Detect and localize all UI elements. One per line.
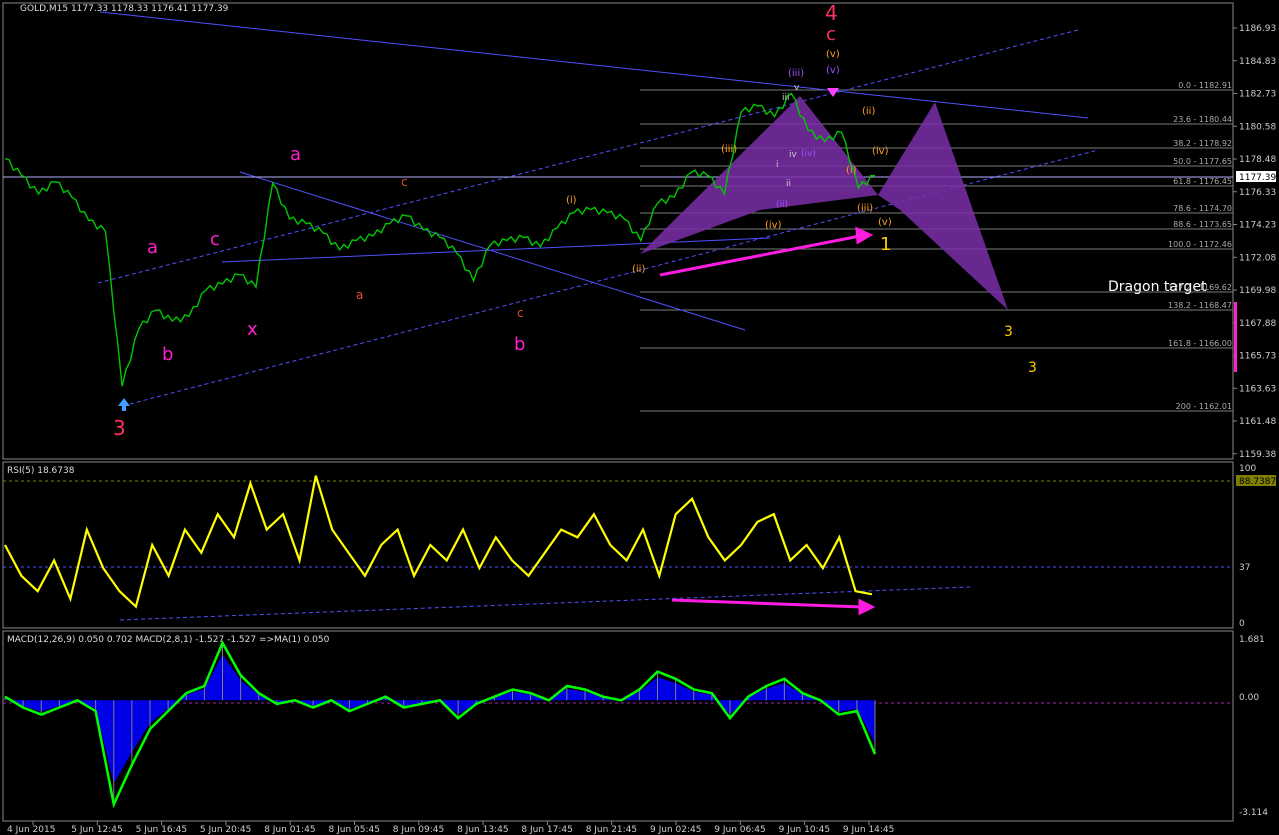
chart-header: GOLD,M15 1177.33 1178.33 1176.41 1177.39 (20, 4, 229, 14)
rsi-axis-bottom: 0 (1239, 619, 1245, 629)
wave-ii-top: (ii) (862, 106, 875, 117)
wave-4-main: 4 (825, 1, 838, 25)
wave-i-minor: i (776, 160, 779, 170)
wave-i-small: (i) (566, 195, 577, 206)
price-tick-label: 1184.83 (1239, 57, 1276, 67)
fib-level-label: 200 - 1162.01 (1176, 402, 1232, 411)
wave-iii-right: (iii) (857, 203, 873, 214)
wave-c-left: c (210, 229, 220, 250)
price-tick-label: 1178.48 (1239, 155, 1276, 165)
wave-c-small: c (517, 306, 524, 320)
fib-level-label: 138.2 - 1168.47 (1168, 301, 1232, 310)
macd-axis-bottom: -3.114 (1239, 808, 1268, 818)
fib-level-label: 0.0 - 1182.91 (1178, 81, 1232, 90)
wave-iv-small: (iv) (765, 220, 782, 231)
wave-iii-minor: iii (782, 93, 790, 103)
time-tick-label: 9 Jun 06:45 (714, 825, 765, 835)
time-tick-label: 8 Jun 01:45 (264, 825, 315, 835)
rsi-axis-mid: 37 (1239, 563, 1250, 573)
wave-3-main: 3 (113, 416, 126, 440)
price-tick-label: 1159.38 (1239, 450, 1276, 460)
wave-b-mid: b (514, 334, 525, 355)
fib-level-label: 88.6 - 1173.65 (1173, 220, 1232, 229)
wave-ii-small: (ii) (632, 264, 645, 275)
rsi-panel (2, 461, 1234, 629)
wave-b-left: b (162, 344, 173, 365)
wave-iv-right: (iv) (872, 146, 889, 157)
wave-c-small-top: c (401, 175, 408, 189)
gold-m15-chart[interactable]: 0.0 - 1182.91 23.6 - 1180.44 38.2 - 1178.9… (0, 0, 1279, 835)
wave-iii-top: (iii) (788, 68, 804, 79)
wave-3-target-b: 3 (1028, 360, 1037, 376)
price-tick-label: 1161.48 (1239, 417, 1276, 427)
time-tick-label: 8 Jun 05:45 (329, 825, 380, 835)
time-tick-label: 8 Jun 21:45 (586, 825, 637, 835)
rsi-axis-current: 88.7387 (1239, 477, 1276, 487)
dragon-target-label: Dragon target (1108, 279, 1207, 295)
wave-a-small: a (356, 288, 363, 302)
price-tick-label: 1180.58 (1239, 122, 1276, 132)
time-tick-label: 8 Jun 09:45 (393, 825, 444, 835)
time-axis: 4 Jun 2015 5 Jun 12:45 5 Jun 16:45 5 Jun 20… (7, 821, 894, 835)
wave-x-left: x (247, 319, 258, 340)
macd-axis-top: 1.681 (1239, 635, 1265, 645)
fib-level-label: 78.6 - 1174.70 (1173, 204, 1232, 213)
price-axis: 1186.93 1184.83 1182.73 1180.58 1178.48 1176.… (1233, 24, 1276, 460)
price-tick-label: 1174.23 (1239, 221, 1276, 231)
price-tick-label: 1186.93 (1239, 24, 1276, 34)
time-tick-label: 4 Jun 2015 (7, 825, 55, 835)
fib-level-label: 100.0 - 1172.46 (1168, 240, 1232, 249)
fib-level-label: 61.8 - 1176.45 (1173, 177, 1232, 186)
up-arrow-stem (122, 405, 126, 411)
price-tick-label: 1167.88 (1239, 319, 1276, 329)
price-tick-label: 1165.73 (1239, 352, 1276, 362)
rsi-header: RSI(5) 18.6738 (7, 466, 75, 476)
macd-axis-zero: 0.00 (1239, 693, 1259, 703)
current-price-label: 1177.39 (1239, 173, 1276, 183)
time-tick-label: 9 Jun 10:45 (779, 825, 830, 835)
wave-3-target-a: 3 (1004, 324, 1013, 340)
time-tick-label: 5 Jun 16:45 (136, 825, 187, 835)
time-tick-label: 5 Jun 20:45 (200, 825, 251, 835)
macd-header: MACD(12,26,9) 0.050 0.702 MACD(2,8,1) -1… (7, 635, 330, 645)
price-tick-label: 1176.33 (1239, 188, 1276, 198)
wave-iii-small: (iii) (721, 144, 737, 155)
macd-panel (2, 630, 1234, 822)
price-tick-label: 1163.63 (1239, 384, 1276, 394)
wave-ii-minor: ii (786, 179, 791, 189)
wave-v-minor: v (794, 83, 800, 93)
wave-c-main: c (826, 24, 836, 45)
time-tick-label: 8 Jun 13:45 (457, 825, 508, 835)
time-tick-label: 9 Jun 14:45 (843, 825, 894, 835)
fib-level-label: 50.0 - 1177.65 (1173, 157, 1232, 166)
wave-i-right: (i) (846, 165, 857, 176)
fib-level-label: 23.6 - 1180.44 (1173, 115, 1232, 124)
price-tick-label: 1169.98 (1239, 286, 1276, 296)
time-tick-label: 8 Jun 17:45 (521, 825, 572, 835)
time-tick-label: 5 Jun 12:45 (71, 825, 122, 835)
wave-1: 1 (880, 234, 891, 255)
price-tick-label: 1182.73 (1239, 90, 1276, 100)
volume-marker (1234, 302, 1237, 372)
time-tick-label: 9 Jun 02:45 (650, 825, 701, 835)
fib-level-label: 161.8 - 1166.00 (1168, 339, 1232, 348)
wave-iv-purple: (iv) (801, 149, 816, 159)
price-panel (2, 2, 1234, 460)
rsi-axis-top: 100 (1239, 464, 1256, 474)
wave-v-top: (v) (826, 65, 840, 76)
wave-iv-minor: iv (789, 150, 798, 160)
wave-v-right: (v) (878, 217, 892, 228)
wave-a-mid: a (290, 144, 301, 165)
wave-ii-purple: (ii) (776, 200, 788, 210)
price-tick-label: 1172.08 (1239, 253, 1276, 263)
wave-v-main: (v) (826, 49, 840, 60)
fib-level-label: 38.2 - 1178.92 (1173, 139, 1232, 148)
wave-a-left: a (147, 237, 158, 258)
